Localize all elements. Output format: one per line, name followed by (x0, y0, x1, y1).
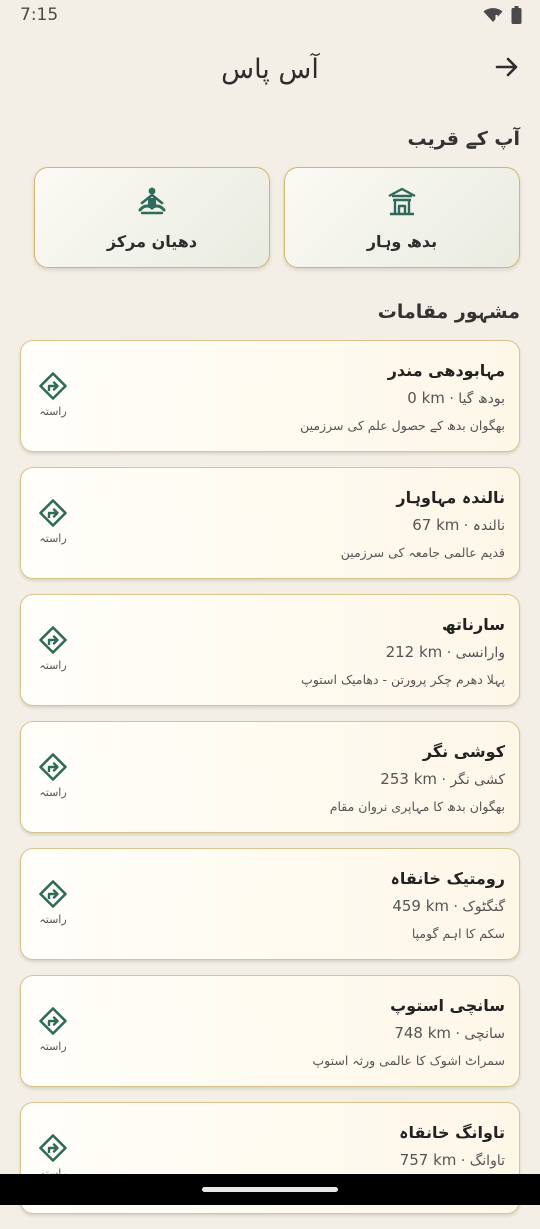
place-location: سانچی (464, 1026, 505, 1042)
navigation-bar (0, 1174, 540, 1205)
place-distance: 253 km (380, 770, 437, 788)
status-icons (483, 6, 522, 24)
section-title-famous: مشہور مقامات (377, 301, 520, 323)
battery-icon (511, 6, 522, 24)
place-description: بھگوان بدھ کا مہاپری نروان مقام (329, 799, 505, 814)
directions-icon (39, 499, 67, 527)
place-name: نالندہ مہاوہار (396, 488, 505, 507)
directions-icon (39, 753, 67, 781)
route-label: راستہ (39, 913, 67, 926)
directions-icon (39, 880, 67, 908)
place-name: سانچی استوپ (390, 996, 505, 1015)
place-distance: 67 km (412, 516, 460, 534)
wifi-icon (483, 8, 503, 22)
place-description: سمراٹ اشوک کا عالمی ورثہ استوپ (312, 1053, 505, 1068)
top-app-bar: آس پاس (0, 40, 540, 96)
place-distance: 212 km (385, 643, 443, 661)
place-description: قدیم عالمی جامعہ کی سرزمین (340, 545, 505, 560)
section-title-nearby: آپ کے قریب (407, 128, 520, 150)
route-label: راستہ (39, 659, 67, 672)
place-card[interactable]: سانچی استوپ 748 km · سانچی سمراٹ اشوک کا… (20, 975, 520, 1087)
place-card[interactable]: رومتیک خانقاہ 459 km · گنگٹوک سکم کا اہم… (20, 848, 520, 960)
place-location: وارانسی (455, 645, 505, 661)
nearby-card-label: دھیان مرکز (106, 232, 198, 251)
place-card[interactable]: کوشی نگر 253 km · کشی نگر بھگوان بدھ کا … (20, 721, 520, 833)
famous-places-list: مہابودھی مندر 0 km · بودھ گیا بھگوان بدھ… (20, 340, 520, 1229)
place-card[interactable]: مہابودھی مندر 0 km · بودھ گیا بھگوان بدھ… (20, 340, 520, 452)
route-label: راستہ (39, 532, 67, 545)
directions-icon (39, 626, 67, 654)
route-button[interactable]: راستہ (35, 1006, 71, 1058)
route-button[interactable]: راستہ (35, 752, 71, 804)
place-description: بھگوان بدھ کے حصول علم کی سرزمین (300, 418, 505, 433)
place-name: کوشی نگر (422, 742, 505, 761)
place-meta: 757 km · تاوانگ (399, 1151, 505, 1169)
place-location: تاوانگ (469, 1153, 505, 1169)
nearby-card-meditation[interactable]: دھیان مرکز (34, 167, 270, 268)
place-distance: 757 km (399, 1151, 457, 1169)
status-bar: 7:15 (0, 0, 540, 30)
place-location: نالندہ (472, 518, 505, 534)
place-name: مہابودھی مندر (387, 361, 505, 380)
place-location: گنگٹوک (462, 899, 505, 915)
route-label: راستہ (39, 786, 67, 799)
nearby-card-label: بدھ وہار (366, 232, 438, 251)
temple-icon (388, 187, 416, 216)
place-meta: 748 km · سانچی (394, 1024, 505, 1042)
place-meta: 459 km · گنگٹوک (392, 897, 505, 915)
arrow-right-icon (495, 57, 518, 77)
place-distance: 748 km (394, 1024, 452, 1042)
place-name: تاوانگ خانقاہ (399, 1123, 505, 1142)
status-time: 7:15 (20, 5, 59, 25)
place-meta: 212 km · وارانسی (385, 643, 505, 661)
place-name: سارناتھ (441, 615, 505, 634)
place-meta: 253 km · کشی نگر (380, 770, 505, 788)
directions-icon (39, 1007, 67, 1035)
nearby-card-vihara[interactable]: بدھ وہار (284, 167, 520, 268)
place-card[interactable]: نالندہ مہاوہار 67 km · نالندہ قدیم عالمی… (20, 467, 520, 579)
route-button[interactable]: راستہ (35, 371, 71, 423)
route-button[interactable]: راستہ (35, 625, 71, 677)
place-meta: 67 km · نالندہ (412, 516, 505, 534)
place-distance: 459 km (392, 897, 450, 915)
route-button[interactable]: راستہ (35, 879, 71, 931)
home-handle[interactable] (202, 1187, 338, 1192)
route-label: راستہ (39, 405, 67, 418)
route-label: راستہ (39, 1040, 67, 1053)
meditation-icon (138, 187, 166, 215)
page-title: آس پاس (221, 54, 319, 85)
place-name: رومتیک خانقاہ (390, 869, 505, 888)
route-button[interactable]: راستہ (35, 498, 71, 550)
place-distance: 0 km (407, 389, 445, 407)
place-meta: 0 km · بودھ گیا (407, 389, 505, 407)
back-button[interactable] (492, 52, 522, 82)
place-description: پہلا دھرم چکر پرورتن - دھامیک استوپ (301, 672, 505, 687)
directions-icon (39, 372, 67, 400)
place-location: بودھ گیا (458, 391, 505, 407)
place-location: کشی نگر (450, 772, 505, 788)
place-description: سکم کا اہم گومپا (411, 926, 505, 941)
place-card[interactable]: سارناتھ 212 km · وارانسی پہلا دھرم چکر پ… (20, 594, 520, 706)
directions-icon (39, 1134, 67, 1162)
